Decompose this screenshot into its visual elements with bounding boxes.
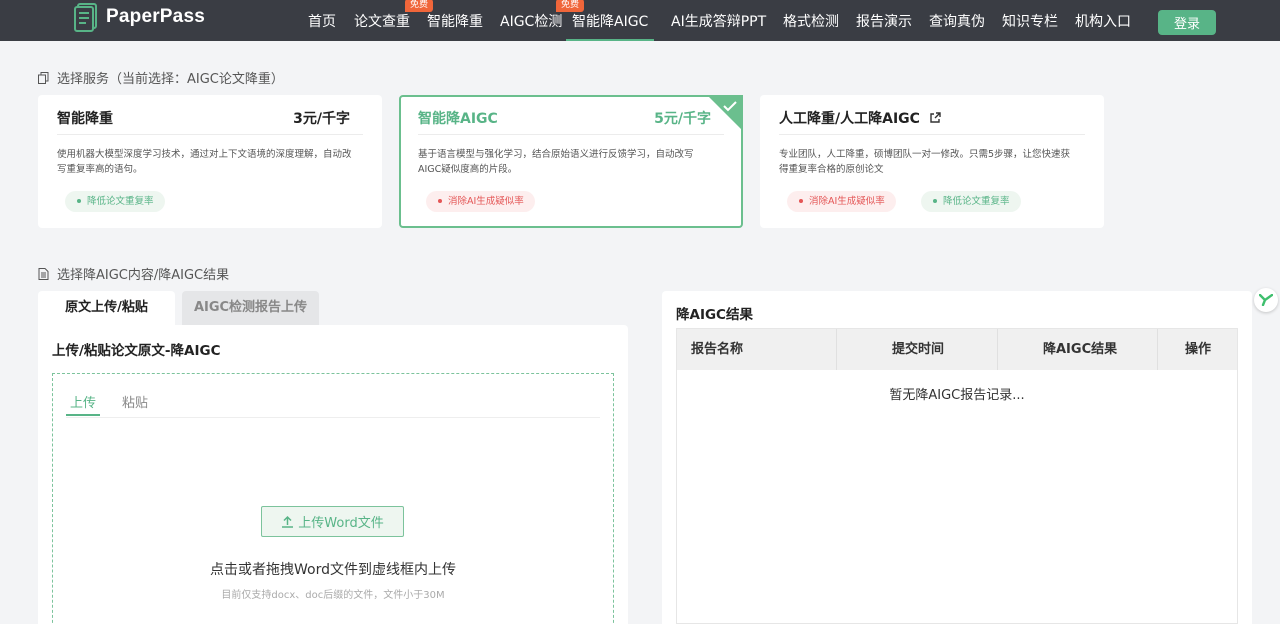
nav-item-label: 首页: [308, 14, 336, 30]
card-divider: [418, 134, 724, 135]
nav-item-label: 论文查重: [354, 14, 410, 30]
service-card-smart-rewrite[interactable]: 智能降重 3元/千字 使用机器大模型深度学习技术，通过对上下文语境的深度理解，自…: [38, 95, 382, 228]
tag-dot: [77, 198, 81, 203]
feature-tag-label: 消除AI生成疑似率: [448, 196, 524, 207]
top-navigation-bar: PaperPass 首页 论文查重 免费 智能降重 AIGC检测 免费 智能降AIG…: [0, 0, 1280, 41]
content-section-title: 选择降AIGC内容/降AIGC结果: [38, 264, 229, 283]
empty-state: 暂无降AIGC报告记录...: [889, 388, 1025, 403]
document-icon: [38, 267, 49, 280]
login-button[interactable]: 登录: [1158, 10, 1216, 35]
column-divider: [1157, 329, 1158, 370]
check-icon: [722, 98, 738, 112]
column-header-report-name: 报告名称: [691, 342, 744, 357]
nav-item-label: 知识专栏: [1002, 14, 1058, 30]
card-description: 专业团队，人工降重，硕博团队一对一修改。只需5步骤，让您快速获得重复率合格的原创…: [779, 149, 1071, 175]
card-title: 人工降重/人工降AIGC: [779, 111, 920, 127]
feature-tag-label: 降低论文重复率: [943, 196, 1010, 207]
column-divider: [836, 329, 837, 370]
feature-tag: 消除AI生成疑似率: [787, 191, 896, 212]
external-link-icon: [929, 112, 941, 128]
results-panel: 降AIGC结果 报告名称 提交时间 降AIGC结果 操作 暂无降AIGC报告记录…: [662, 291, 1252, 624]
nav-item-smart-reduce-aigc[interactable]: 智能降AIGC: [566, 0, 655, 41]
nav-item-label: 智能降重: [427, 14, 483, 30]
results-panel-title: 降AIGC结果: [676, 307, 753, 323]
paperpass-logo-icon: [74, 2, 100, 32]
file-requirements: 目前仅支持docx、doc后缀的文件，文件小于30M: [221, 590, 445, 601]
subtab-upload[interactable]: 上传: [66, 392, 101, 416]
nav-item-label: AIGC检测: [500, 14, 563, 30]
nav-item-label: 报告演示: [856, 14, 912, 30]
results-table: 报告名称 提交时间 降AIGC结果 操作 暂无降AIGC报告记录...: [676, 328, 1238, 624]
nav-item-institution[interactable]: 机构入口: [1075, 0, 1131, 41]
nav-item-home[interactable]: 首页: [308, 0, 336, 41]
file-dropzone[interactable]: 上传 粘贴 上传Word文件 点击或者拖拽Word文件到虚线框内上传 目前仅支持…: [52, 373, 614, 624]
feature-tag: 消除AI生成疑似率: [426, 191, 535, 212]
feedback-button[interactable]: [1254, 288, 1278, 312]
tag-dot: [799, 198, 803, 203]
table-header: 报告名称 提交时间 降AIGC结果 操作: [677, 329, 1237, 370]
service-card-smart-reduce-aigc[interactable]: 智能降AIGC 5元/千字 基于语言模型与强化学习，结合原始语义进行反馈学习，自…: [399, 95, 743, 228]
column-header-result: 降AIGC结果: [1043, 342, 1118, 357]
card-price: 3元/千字: [293, 111, 350, 127]
upload-word-button-label: 上传Word文件: [298, 516, 384, 531]
column-divider: [997, 329, 998, 370]
card-description: 基于语言模型与强化学习，结合原始语义进行反馈学习，自动改写AIGC疑似度高的片段…: [418, 149, 694, 175]
nav-item-report-demo[interactable]: 报告演示: [856, 0, 912, 41]
service-section-label: 选择服务（当前选择：AIGC论文降重）: [57, 72, 284, 87]
nav-item-aigc-detection[interactable]: AIGC检测 免费: [500, 0, 585, 41]
nav-item-label: 格式检测: [783, 14, 839, 30]
nav-item-label: 查询真伪: [929, 14, 985, 30]
upload-panel: 上传/粘贴论文原文-降AIGC 上传 粘贴 上传Word文件 点击或者拖拽Wor…: [38, 325, 628, 624]
feedback-icon: [1259, 294, 1273, 306]
card-divider: [779, 134, 1085, 135]
content-section-label: 选择降AIGC内容/降AIGC结果: [57, 268, 230, 283]
column-header-submit-time: 提交时间: [892, 342, 945, 357]
copy-icon: [38, 71, 49, 84]
card-title: 智能降重: [57, 111, 113, 127]
nav-item-label: 智能降AIGC: [572, 14, 649, 30]
nav-item-format-check[interactable]: 格式检测: [783, 0, 839, 41]
tag-dot: [933, 198, 937, 203]
card-divider: [57, 134, 363, 135]
tag-dot: [438, 198, 442, 203]
feature-tag-label: 降低论文重复率: [87, 196, 154, 207]
service-card-manual-rewrite[interactable]: 人工降重/人工降AIGC 专业团队，人工降重，硕博团队一对一修改。只需5步骤，让…: [760, 95, 1104, 228]
brand-logo[interactable]: PaperPass: [74, 2, 205, 32]
upload-panel-heading: 上传/粘贴论文原文-降AIGC: [52, 343, 221, 359]
nav-item-verify[interactable]: 查询真伪: [929, 0, 985, 41]
card-description: 使用机器大模型深度学习技术，通过对上下文语境的深度理解，自动改写重复率高的语句。: [57, 149, 352, 175]
subtab-divider: [66, 417, 600, 418]
tab-upload-paste[interactable]: 原文上传/粘贴: [38, 291, 175, 325]
nav-item-smart-rewrite[interactable]: 智能降重: [427, 0, 483, 41]
column-header-actions: 操作: [1185, 342, 1212, 357]
nav-item-label: 机构入口: [1075, 14, 1131, 30]
nav-item-knowledge[interactable]: 知识专栏: [1002, 0, 1058, 41]
feature-tag: 降低论文重复率: [921, 191, 1021, 212]
nav-item-ai-defense-ppt[interactable]: AI生成答辩PPT: [671, 0, 766, 41]
feature-tag-label: 消除AI生成疑似率: [809, 196, 885, 207]
upload-word-button[interactable]: 上传Word文件: [261, 506, 404, 537]
service-section-title: 选择服务（当前选择：AIGC论文降重）: [38, 68, 284, 87]
nav-item-label: AI生成答辩PPT: [671, 14, 767, 30]
tab-aigc-report-upload[interactable]: AIGC检测报告上传: [182, 291, 319, 325]
brand-name: PaperPass: [106, 6, 205, 27]
card-title: 智能降AIGC: [418, 111, 498, 127]
upload-icon: [281, 515, 298, 528]
card-price: 5元/千字: [654, 111, 711, 127]
card-title-wrap: 人工降重/人工降AIGC: [779, 108, 941, 128]
drop-hint: 点击或者拖拽Word文件到虚线框内上传: [210, 562, 456, 578]
nav-item-plagiarism-check[interactable]: 论文查重 免费: [354, 0, 434, 41]
feature-tag: 降低论文重复率: [65, 191, 165, 212]
subtab-paste[interactable]: 粘贴: [122, 392, 148, 416]
